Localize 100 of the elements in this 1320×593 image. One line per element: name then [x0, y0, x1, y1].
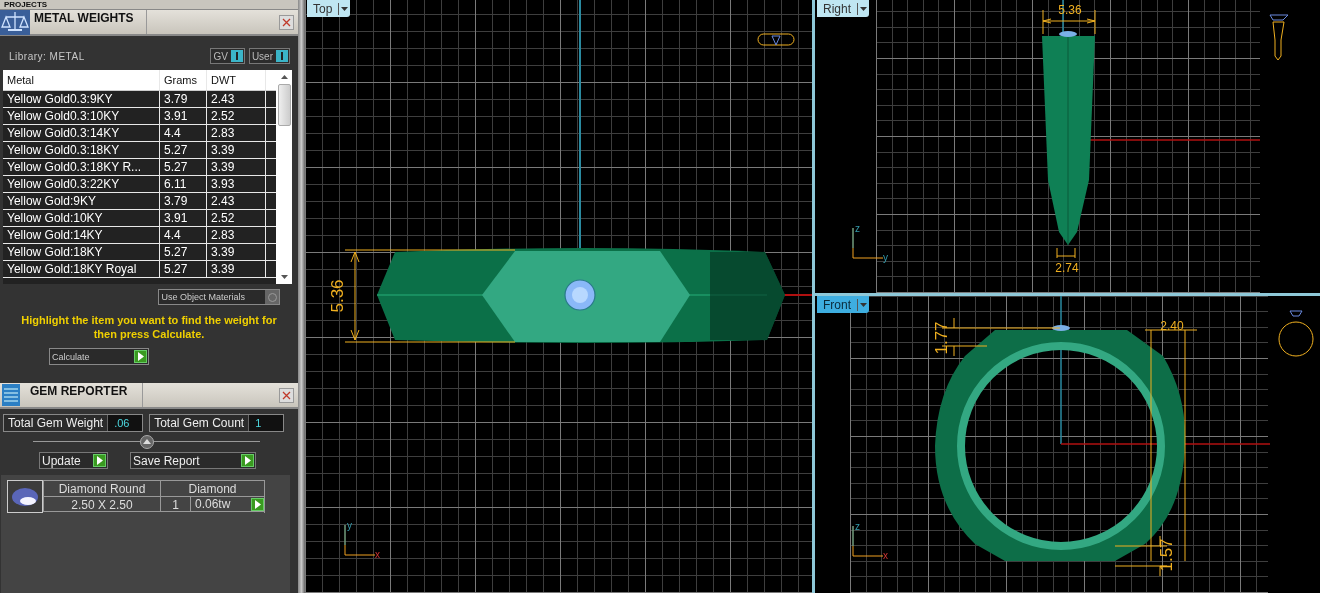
- scroll-up-icon: [279, 74, 289, 80]
- table-cell: 2.52: [207, 108, 266, 124]
- viewport-tab[interactable]: Right: [817, 0, 869, 17]
- toggle-button[interactable]: User: [248, 48, 290, 64]
- table-cell: Yellow Gold:18KY: [3, 244, 160, 260]
- table-cell: 3.39: [207, 159, 266, 175]
- table-cell: 5.27: [160, 244, 207, 260]
- axis-icon: [852, 227, 884, 259]
- collapse-handle[interactable]: [139, 434, 154, 449]
- table-cell: 5.27: [160, 261, 207, 277]
- arrow-button[interactable]: [251, 497, 264, 511]
- table-row[interactable]: Yellow Gold:14KY 4.4 2.83: [3, 227, 276, 244]
- checkbox[interactable]: Use Object Materials: [158, 289, 280, 305]
- table-cell: Diamond Round: [43, 480, 160, 496]
- table-cell: 3.79: [160, 91, 207, 107]
- table-cell: 2.43: [207, 91, 266, 107]
- action-button[interactable]: Update: [39, 452, 108, 469]
- table-cell: 3.93: [207, 176, 266, 192]
- table-cell: 3.39: [207, 261, 266, 277]
- axis-label: y: [883, 252, 888, 263]
- table-cell: Yellow Gold0.3:18KY: [3, 142, 160, 158]
- calculate-button[interactable]: Calculate: [49, 348, 149, 365]
- panel-splitter[interactable]: [298, 0, 305, 593]
- panel-title: METAL WEIGHTS: [33, 10, 135, 25]
- scale-icon: [0, 9, 30, 35]
- play-icon: [244, 456, 251, 465]
- play-icon: [254, 499, 261, 509]
- table-row[interactable]: Yellow Gold0.3:22KY 6.11 3.93: [3, 176, 276, 193]
- table-row[interactable]: Yellow Gold:18KY Royal 5.27 3.39: [3, 261, 276, 278]
- table-row[interactable]: Yellow Gold:18KY 5.27 3.39: [3, 244, 276, 261]
- scrollbar-thumb[interactable]: [277, 84, 291, 126]
- table-cell: 3.91: [160, 210, 207, 226]
- axis-icon: [344, 524, 376, 556]
- table-cell: 5.27: [160, 159, 207, 175]
- dimension-label: 1.57: [1157, 538, 1176, 572]
- viewport-tab[interactable]: Top: [307, 0, 351, 17]
- ring-outline-icon: [757, 33, 795, 46]
- table-row[interactable]: Yellow Gold0.3:9KY 3.79 2.43: [3, 91, 276, 108]
- table-row[interactable]: Yellow Gold0.3:18KY 5.27 3.39: [3, 142, 276, 159]
- table-cell: 2.83: [207, 125, 266, 141]
- ring-icon: [1278, 310, 1314, 357]
- dimension-label: 2.74: [1055, 261, 1079, 275]
- axis-label: x: [883, 550, 888, 561]
- dimension-label: 5.36: [328, 279, 347, 313]
- table-cell: 2.50 X 2.50: [43, 496, 160, 512]
- dimension-label: 2.40: [1160, 319, 1184, 333]
- dimension-label: 1.77: [932, 321, 951, 355]
- table-cell: 5.27: [160, 142, 207, 158]
- table-row[interactable]: Yellow Gold:9KY 3.79 2.43: [3, 193, 276, 210]
- axis-label: z: [855, 521, 860, 532]
- axis-icon: [852, 525, 884, 557]
- close-button[interactable]: [279, 387, 294, 403]
- dropdown-icon: [860, 302, 867, 307]
- table-cell: Yellow Gold0.3:10KY: [3, 108, 160, 124]
- table-cell: 1: [160, 496, 190, 512]
- table-cell: Yellow Gold0.3:22KY: [3, 176, 160, 192]
- table-cell: Yellow Gold:9KY: [3, 193, 160, 209]
- close-icon: [282, 390, 291, 400]
- table-cell: 4.4: [160, 227, 207, 243]
- scroll-down-icon: [279, 274, 289, 280]
- table-cell: 6.11: [160, 176, 207, 192]
- table-cell: Yellow Gold0.3:9KY: [3, 91, 160, 107]
- viewport[interactable]: 5.36 y x Top: [305, 0, 812, 593]
- axis-label: x: [375, 549, 380, 560]
- table-row[interactable]: Yellow Gold0.3:10KY 3.91 2.52: [3, 108, 276, 125]
- ring-side-icon: [1269, 14, 1289, 61]
- table-cell: 3.39: [207, 244, 266, 260]
- table-cell: Yellow Gold0.3:14KY: [3, 125, 160, 141]
- table-cell: Diamond: [160, 480, 264, 496]
- axis-label: y: [347, 520, 352, 531]
- table-cell: Yellow Gold0.3:18KY R...: [3, 159, 160, 175]
- caret-up-icon: [142, 439, 151, 444]
- column-header[interactable]: Grams: [160, 70, 207, 90]
- close-button[interactable]: [279, 14, 294, 30]
- table-cell: 2.83: [207, 227, 266, 243]
- dropdown-icon: [860, 6, 867, 11]
- table-row[interactable]: Yellow Gold:10KY 3.91 2.52: [3, 210, 276, 227]
- table-cell: Yellow Gold:18KY Royal: [3, 261, 160, 277]
- dropdown-icon: [341, 6, 349, 11]
- table-cell: 3.79: [160, 193, 207, 209]
- hint-text: Highlight the item you want to find the weight for then press Calculate.: [20, 313, 278, 341]
- library-label: Library: METAL: [9, 50, 85, 62]
- play-icon: [96, 456, 103, 465]
- column-header[interactable]: Metal: [3, 70, 160, 90]
- table-row[interactable]: Yellow Gold0.3:14KY 4.4 2.83: [3, 125, 276, 142]
- table-cell: Yellow Gold:10KY: [3, 210, 160, 226]
- table-cell: 0.06tw: [195, 496, 231, 512]
- viewport-tab[interactable]: Front: [817, 296, 869, 313]
- column-header[interactable]: DWT: [207, 70, 266, 90]
- action-button[interactable]: Save Report: [130, 452, 256, 469]
- dimension-line: [1056, 247, 1076, 259]
- calculate-arrow-button[interactable]: [134, 350, 147, 363]
- toggle-button[interactable]: GV: [210, 48, 245, 64]
- table-cell: 2.43: [207, 193, 266, 209]
- table-row[interactable]: Yellow Gold0.3:18KY R... 5.27 3.39: [3, 159, 276, 176]
- play-icon: [137, 352, 144, 361]
- table-cell: 4.4: [160, 125, 207, 141]
- scrollbar[interactable]: [276, 70, 292, 284]
- panel-title: PROJECTS: [4, 0, 48, 9]
- table-cell: 3.39: [207, 142, 266, 158]
